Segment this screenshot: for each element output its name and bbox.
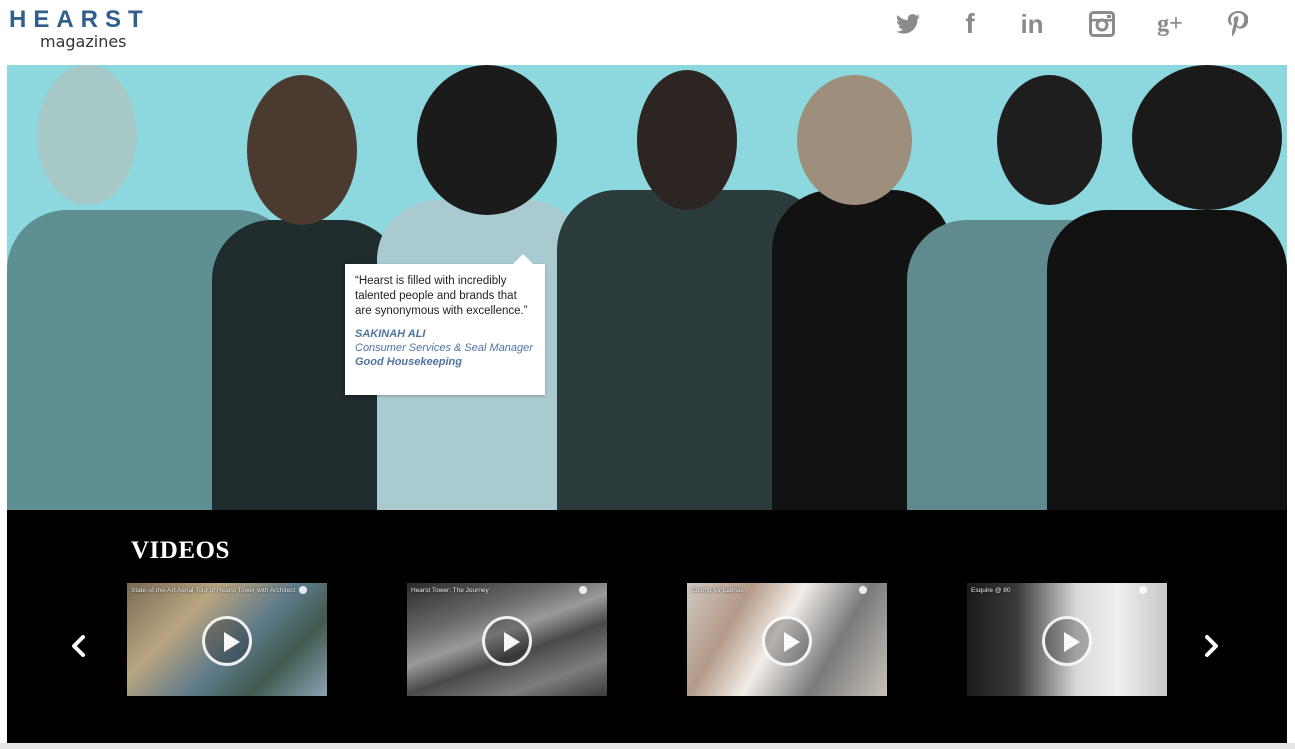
twitter-icon[interactable] (890, 6, 926, 42)
pinterest-icon[interactable] (1220, 6, 1256, 42)
video-title-4: Esquire @ 80 (971, 587, 1011, 594)
google-plus-icon[interactable]: g+ (1152, 6, 1188, 42)
video-thumbnail-4[interactable]: Esquire @ 80 (967, 583, 1167, 696)
quote-brand: Good Housekeeping (355, 356, 462, 368)
page-bottom-scroll-area (0, 743, 1295, 749)
site-header: HEARST magazines f in g+ (0, 0, 1295, 65)
facebook-icon[interactable]: f (952, 6, 988, 42)
videos-section: VIDEOS State-of-the-Art Aerial Tour of H… (7, 510, 1287, 743)
linkedin-icon[interactable]: in (1014, 6, 1050, 42)
video-title-3: Cosmo for Latinas (691, 587, 744, 594)
videos-title: VIDEOS (131, 537, 230, 564)
watch-later-icon[interactable] (579, 586, 587, 594)
video-title-2: Hearst Tower: The Journey (411, 587, 489, 594)
quote-name: SAKINAH ALI (355, 328, 426, 340)
video-thumbnail-1[interactable]: State-of-the-Art Aerial Tour of Hearst T… (127, 583, 327, 696)
quote-text: “Hearst is filled with incredibly talent… (355, 275, 528, 317)
logo-sub-text: magazines (40, 32, 127, 51)
logo-main-text: HEARST (9, 6, 150, 33)
carousel-prev-arrow-icon[interactable] (67, 634, 91, 658)
video-thumbnail-3[interactable]: Cosmo for Latinas (687, 583, 887, 696)
instagram-icon[interactable] (1084, 6, 1120, 42)
testimonial-quote-card: “Hearst is filled with incredibly talent… (345, 254, 545, 395)
watch-later-icon[interactable] (859, 586, 867, 594)
play-icon[interactable] (202, 616, 252, 666)
play-icon[interactable] (1042, 616, 1092, 666)
hearst-logo[interactable]: HEARST magazines (9, 8, 150, 52)
social-links: f in g+ (880, 6, 1260, 42)
watch-later-icon[interactable] (299, 586, 307, 594)
hero-team-banner: “Hearst is filled with incredibly talent… (7, 65, 1287, 510)
play-icon[interactable] (762, 616, 812, 666)
video-title-1: State-of-the-Art Aerial Tour of Hearst T… (131, 587, 296, 594)
play-icon[interactable] (482, 616, 532, 666)
person-7 (1047, 65, 1287, 510)
watch-later-icon[interactable] (1139, 586, 1147, 594)
quote-role: Consumer Services & Seal Manager (355, 342, 533, 354)
video-thumbnail-2[interactable]: Hearst Tower: The Journey (407, 583, 607, 696)
carousel-next-arrow-icon[interactable] (1199, 634, 1223, 658)
